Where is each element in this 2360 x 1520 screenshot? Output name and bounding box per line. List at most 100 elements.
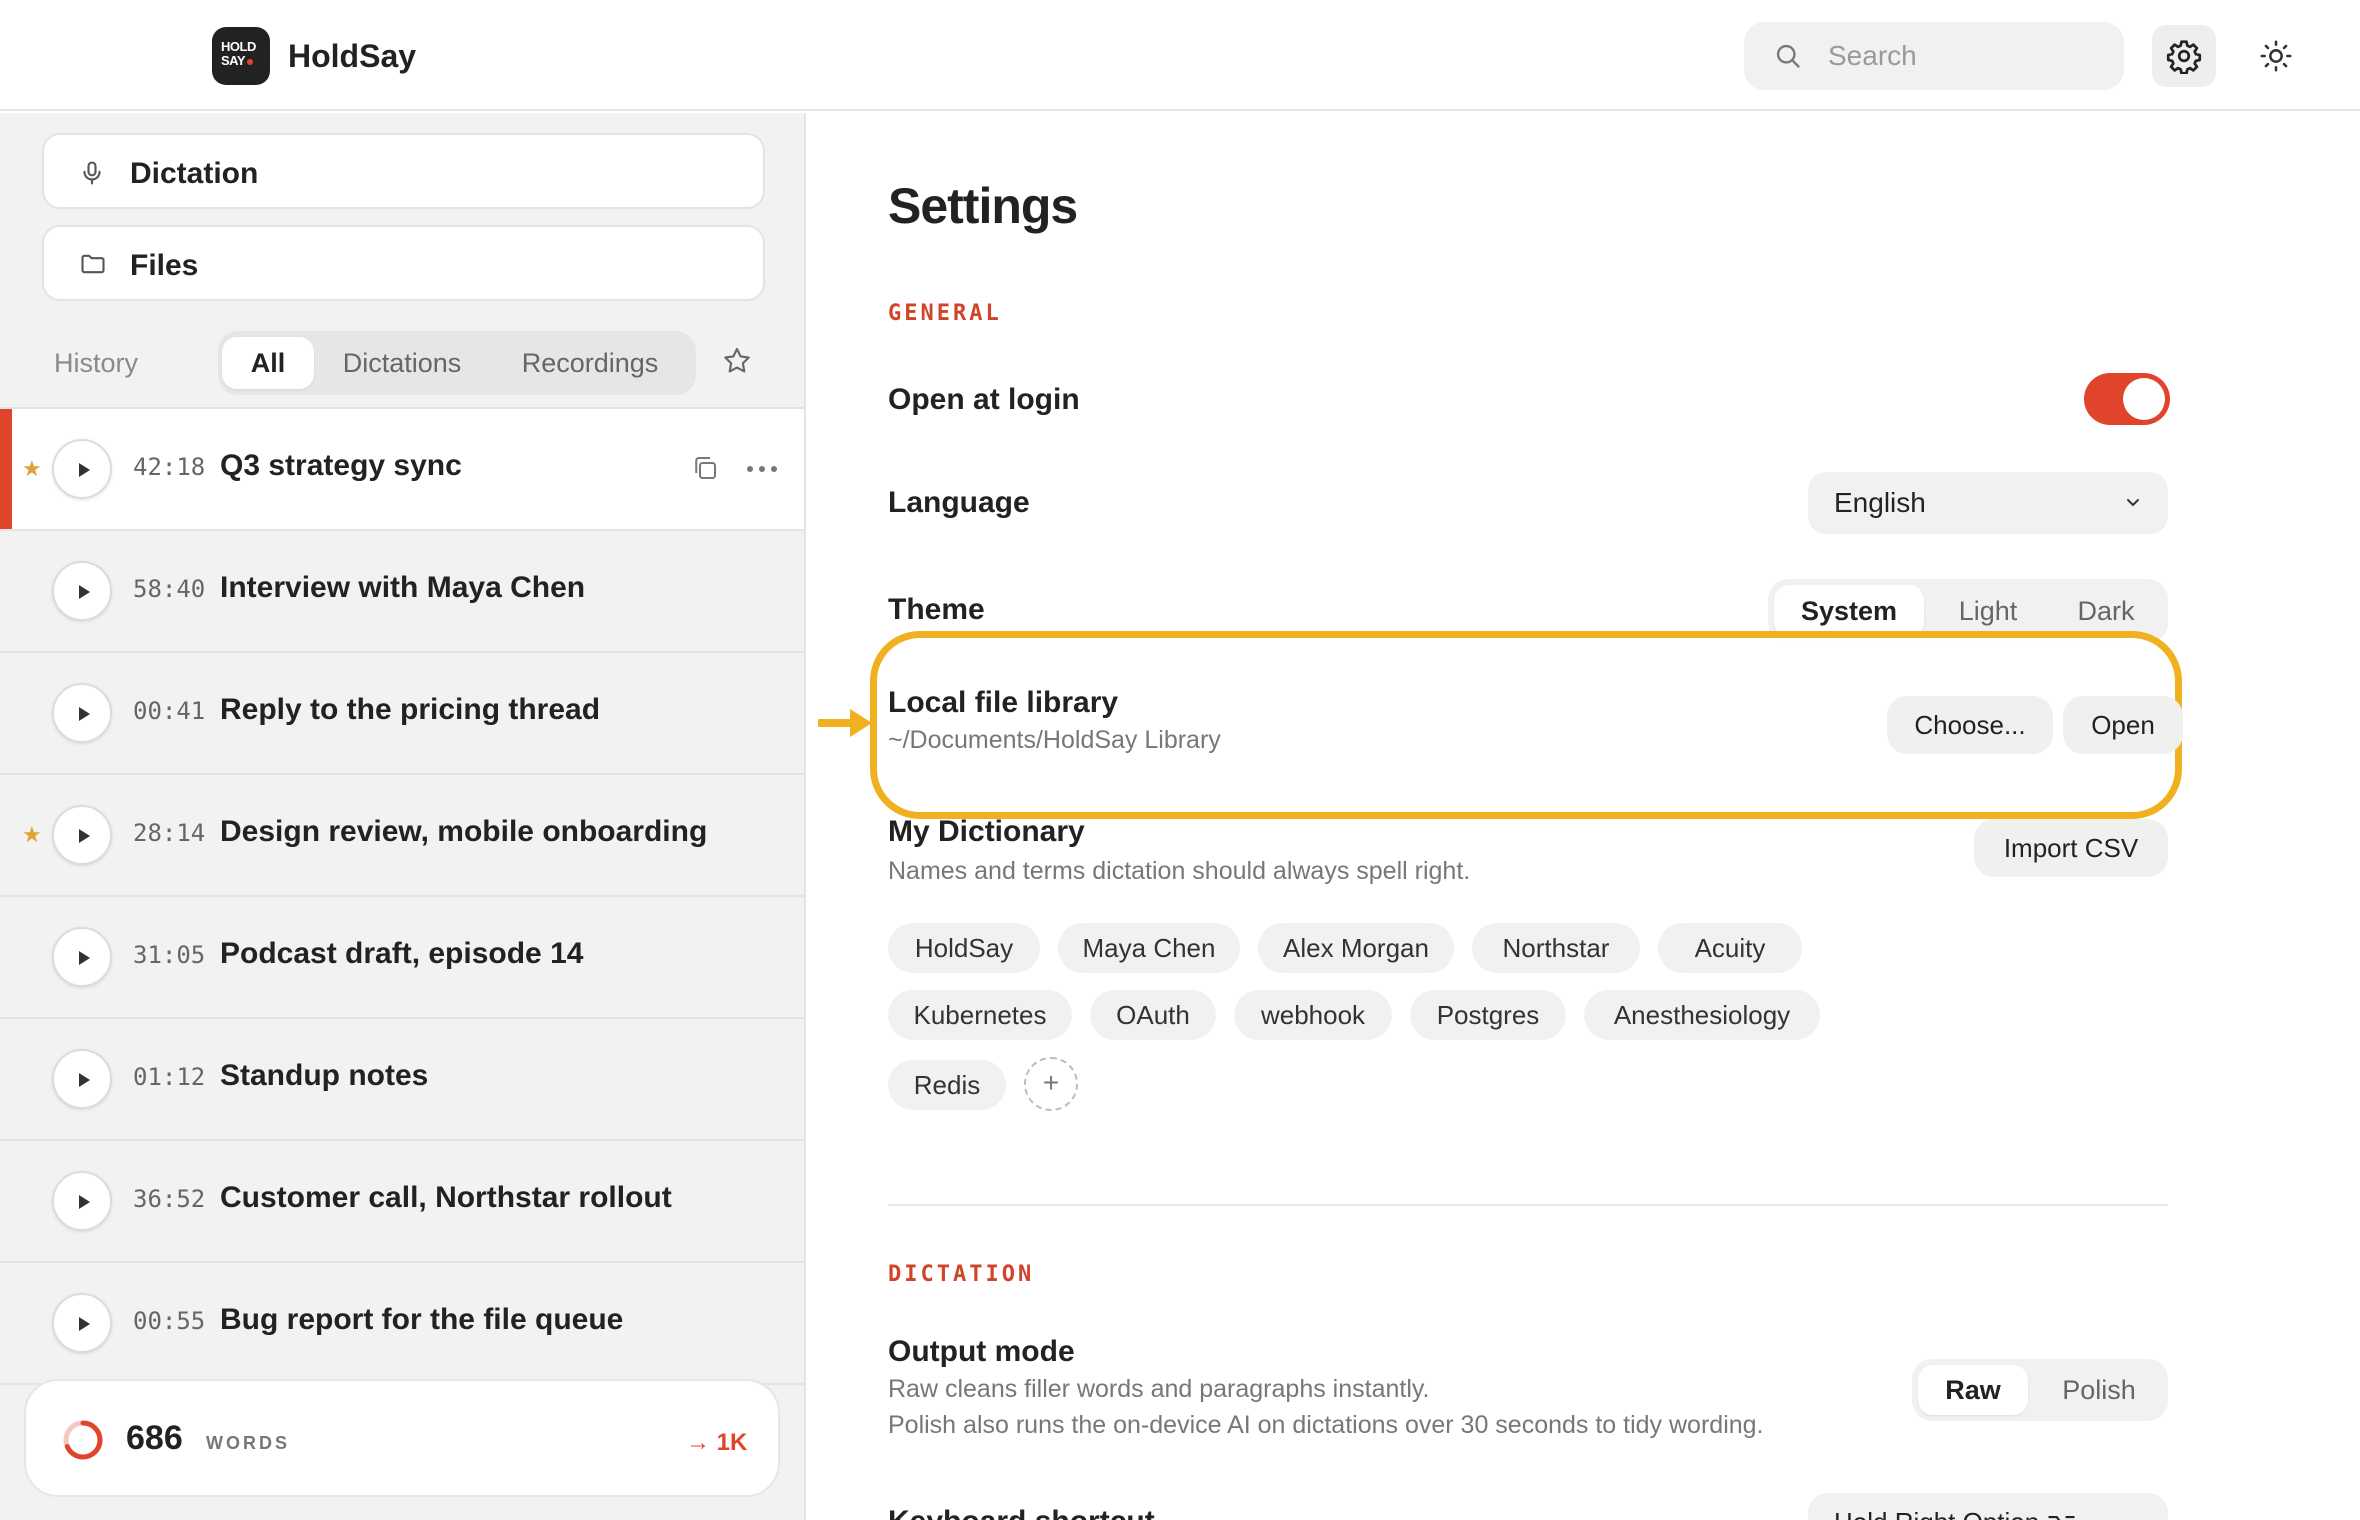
theme-toggle-button[interactable] (2244, 25, 2308, 87)
play-icon (79, 463, 90, 477)
folder-icon (81, 254, 105, 274)
dictionary-desc: Names and terms dictation should always … (888, 857, 1471, 885)
open-at-login-toggle[interactable] (2084, 373, 2170, 425)
dictionary-term[interactable]: Postgres (1410, 990, 1566, 1040)
history-row[interactable]: ★ 42:18 Q3 strategy sync (0, 409, 804, 531)
theme-light[interactable]: Light (1936, 585, 2040, 637)
chevron-down-icon (2127, 499, 2139, 507)
row-title: Podcast draft, episode 14 (220, 937, 584, 970)
nav-dictation-label: Dictation (130, 157, 259, 190)
page-title: Settings (888, 178, 1078, 234)
play-button[interactable] (52, 683, 112, 743)
settings-button[interactable] (2152, 25, 2216, 87)
copy-icon[interactable] (690, 453, 720, 483)
language-label: Language (888, 486, 1030, 519)
selected-indicator (0, 409, 12, 529)
add-term-button[interactable]: + (1024, 1057, 1078, 1111)
row-title: Design review, mobile onboarding (220, 815, 708, 848)
history-row[interactable]: 00:41 Reply to the pricing thread (0, 653, 804, 775)
search-box[interactable] (1744, 22, 2124, 90)
play-button[interactable] (52, 561, 112, 621)
output-mode-desc-2: Polish also runs the on-device AI on dic… (888, 1411, 1764, 1439)
app-title: HoldSay (288, 38, 417, 74)
nav-dictation[interactable]: Dictation (42, 133, 765, 209)
search-input[interactable] (1828, 22, 2108, 90)
section-general: GENERAL (888, 301, 1002, 326)
history-row[interactable]: 01:12 Standup notes (0, 1019, 804, 1141)
sidebar: Dictation Files History All Dictations R… (0, 113, 806, 1520)
filter-recordings[interactable]: Recordings (490, 337, 690, 389)
dictionary-term[interactable]: Maya Chen (1058, 923, 1240, 973)
play-button[interactable] (52, 1171, 112, 1231)
app-logo: HOLD SAY (212, 27, 270, 85)
history-row[interactable]: 00:55 Bug report for the file queue (0, 1263, 804, 1385)
dictionary-term[interactable]: Anesthesiology (1584, 990, 1820, 1040)
section-dictation: DICTATION (888, 1262, 1035, 1287)
dictionary-term[interactable]: OAuth (1090, 990, 1216, 1040)
word-count: 686 (126, 1419, 183, 1457)
output-mode-desc-1: Raw cleans filler words and paragraphs i… (888, 1375, 1430, 1403)
play-button[interactable] (52, 1293, 112, 1353)
dictionary-term[interactable]: Acuity (1658, 923, 1802, 973)
open-library-button[interactable]: Open (2063, 696, 2183, 754)
mode-raw[interactable]: Raw (1918, 1365, 2028, 1415)
output-mode-selector: Raw Polish (1912, 1359, 2168, 1421)
history-row[interactable]: ★ 28:14 Design review, mobile onboarding (0, 775, 804, 897)
dictionary-term[interactable]: Redis (888, 1060, 1006, 1110)
row-title: Interview with Maya Chen (220, 571, 586, 604)
row-title: Q3 strategy sync (220, 449, 462, 482)
play-icon (79, 1317, 90, 1331)
dictionary-label: My Dictionary (888, 815, 1085, 848)
row-duration: 42:18 (133, 453, 206, 481)
word-count-unit: WORDS (206, 1433, 290, 1453)
play-icon (79, 1073, 90, 1087)
play-button[interactable] (52, 805, 112, 865)
section-divider (888, 1204, 2168, 1206)
row-title: Reply to the pricing thread (220, 693, 601, 726)
keyboard-shortcut-select[interactable]: Hold Right Option ⌥ (1808, 1493, 2168, 1520)
star-filter-icon[interactable] (721, 345, 753, 377)
arrow-right-icon (818, 709, 872, 737)
star-icon: ★ (22, 456, 42, 481)
library-label: Local file library (888, 686, 1119, 719)
search-icon (1776, 44, 1800, 68)
nav-files[interactable]: Files (42, 225, 765, 301)
nav-files-label: Files (130, 249, 199, 282)
row-duration: 00:41 (133, 697, 206, 725)
choose-library-button[interactable]: Choose... (1887, 696, 2053, 754)
logo-text-bottom: SAY (221, 53, 246, 68)
theme-system[interactable]: System (1774, 585, 1924, 637)
keyboard-shortcut-label: Keyboard shortcut (888, 1505, 1155, 1520)
dictionary-term[interactable]: Alex Morgan (1258, 923, 1454, 973)
language-select[interactable]: English (1808, 472, 2168, 534)
play-button[interactable] (52, 927, 112, 987)
row-duration: 28:14 (133, 819, 206, 847)
dictionary-term[interactable]: Northstar (1472, 923, 1640, 973)
more-icon[interactable] (746, 465, 778, 473)
history-row[interactable]: 58:40 Interview with Maya Chen (0, 531, 804, 653)
mode-polish[interactable]: Polish (2036, 1365, 2162, 1415)
row-duration: 31:05 (133, 941, 206, 969)
history-row[interactable]: 36:52 Customer call, Northstar rollout (0, 1141, 804, 1263)
row-title: Standup notes (220, 1059, 429, 1092)
progress-ring (63, 1420, 103, 1460)
play-icon (79, 951, 90, 965)
dictionary-term[interactable]: HoldSay (888, 923, 1040, 973)
logo-text-top: HOLD (221, 39, 256, 54)
play-button[interactable] (52, 439, 112, 499)
play-icon (79, 829, 90, 843)
output-mode-label: Output mode (888, 1335, 1075, 1368)
language-value: English (1834, 487, 1926, 518)
dictionary-term[interactable]: webhook (1234, 990, 1392, 1040)
history-row[interactable]: 31:05 Podcast draft, episode 14 (0, 897, 804, 1019)
filter-all[interactable]: All (222, 337, 314, 389)
filter-dictations[interactable]: Dictations (322, 337, 482, 389)
library-path: ~/Documents/HoldSay Library (888, 726, 1221, 754)
dictionary-term[interactable]: Kubernetes (888, 990, 1072, 1040)
play-icon (79, 1195, 90, 1209)
play-icon (79, 585, 90, 599)
import-csv-button[interactable]: Import CSV (1974, 819, 2168, 877)
sun-icon (2260, 40, 2292, 72)
theme-dark[interactable]: Dark (2050, 585, 2162, 637)
play-button[interactable] (52, 1049, 112, 1109)
